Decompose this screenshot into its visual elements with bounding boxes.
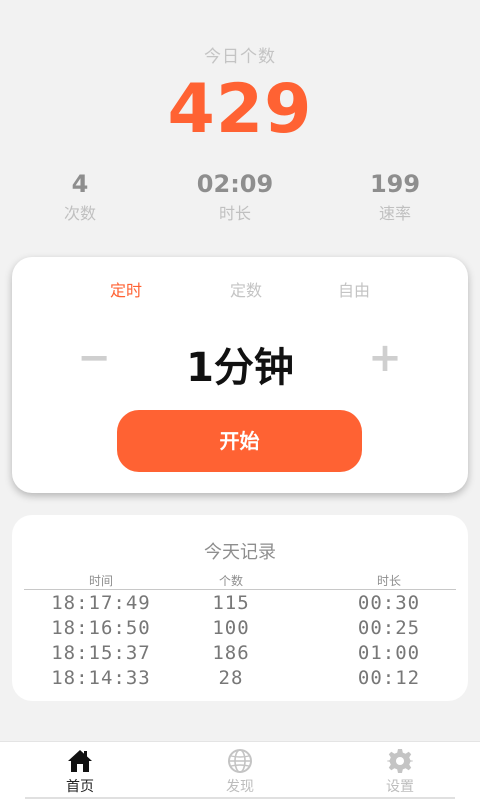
column-header-count: 个数: [218, 574, 243, 588]
increase-button[interactable]: +: [363, 333, 407, 383]
tab-timed[interactable]: 定时: [81, 277, 171, 301]
tab-free[interactable]: 自由: [309, 277, 399, 301]
nav-item-settings[interactable]: 设置: [360, 748, 440, 796]
nav-label-settings: 设置: [386, 779, 414, 795]
table-row: 18:15:37 186 01:00: [24, 642, 456, 667]
start-button[interactable]: 开始: [117, 410, 362, 472]
decrease-button[interactable]: −: [72, 333, 116, 383]
metric-rate-value: 199: [369, 170, 421, 198]
row-count: 28: [218, 667, 244, 689]
row-duration: 01:00: [357, 642, 421, 664]
row-count: 186: [212, 642, 250, 664]
metric-rate: 199 速率: [315, 170, 475, 224]
bottom-nav: 首页 发现 设置: [0, 741, 480, 800]
row-count: 115: [212, 592, 250, 614]
row-time: 18:16:50: [51, 617, 151, 639]
today-label: 今日个数: [204, 47, 276, 67]
metric-duration-value: 02:09: [196, 170, 274, 198]
stats-header: 今日个数 429 4 次数 02:09 时长 199 速率: [0, 0, 480, 240]
timer-card: 定时 定数 自由 − 1分钟 + 开始: [12, 257, 468, 493]
row-count: 100: [212, 617, 250, 639]
metric-count-label: 次数: [63, 204, 96, 223]
home-icon: [68, 750, 92, 772]
duration-value: 1分钟: [186, 345, 294, 391]
column-header-duration: 时长: [376, 574, 401, 588]
globe-icon: [228, 749, 252, 773]
nav-item-discover[interactable]: 发现: [200, 748, 280, 796]
table-row: 18:14:33 28 00:12: [24, 667, 456, 692]
nav-label-home: 首页: [66, 779, 94, 795]
row-time: 18:14:33: [51, 667, 151, 689]
gear-icon: [387, 749, 413, 773]
row-duration: 00:30: [357, 592, 421, 614]
today-records-card: 今天记录 时间 个数 时长 18:17:49 115 00:30 18:16:5…: [12, 515, 468, 701]
column-header-time: 时间: [88, 574, 113, 588]
row-duration: 00:12: [357, 667, 421, 689]
nav-label-discover: 发现: [226, 779, 254, 795]
home-indicator: [25, 797, 455, 799]
metric-rate-label: 速率: [378, 204, 411, 223]
table-row: 18:17:49 115 00:30: [24, 592, 456, 617]
row-duration: 00:25: [357, 617, 421, 639]
today-count: 429: [167, 70, 313, 149]
records-table-header: 时间 个数 时长: [24, 572, 456, 590]
table-row: 18:16:50 100 00:25: [24, 617, 456, 642]
metric-duration: 02:09 时长: [155, 170, 315, 224]
row-time: 18:15:37: [51, 642, 151, 664]
row-time: 18:17:49: [51, 592, 151, 614]
nav-item-home[interactable]: 首页: [40, 748, 120, 796]
metric-count: 4 次数: [0, 170, 160, 224]
records-title: 今天记录: [204, 542, 276, 563]
metric-duration-label: 时长: [218, 204, 251, 223]
metric-count-value: 4: [71, 170, 89, 198]
tab-count[interactable]: 定数: [201, 277, 291, 301]
